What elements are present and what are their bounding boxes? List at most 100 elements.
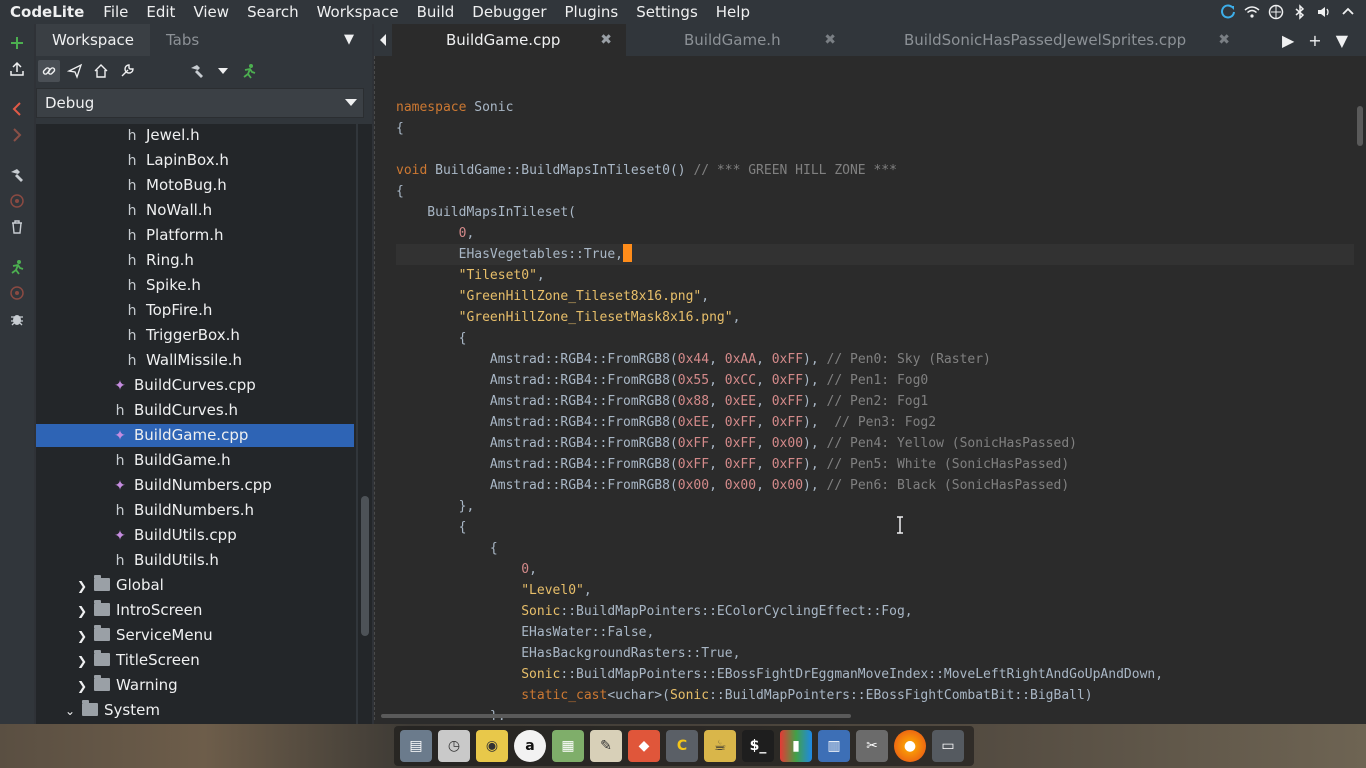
system-monitor-app-icon[interactable]: ▮ (780, 730, 812, 762)
tree-item[interactable]: h BuildUtils.h (112, 549, 219, 572)
tree-item[interactable]: h Ring.h (124, 249, 194, 272)
tree-item[interactable]: h NoWall.h (124, 199, 213, 222)
code-line[interactable]: "GreenHillZone_TilesetMask8x16.png", (396, 307, 1354, 328)
build-dropdown-icon[interactable] (212, 60, 234, 82)
chevron-right-icon[interactable]: ❯ (76, 625, 88, 648)
update-icon[interactable] (1220, 4, 1236, 20)
upload-icon[interactable] (6, 58, 28, 80)
teapot-app-icon[interactable]: ☕ (704, 730, 736, 762)
code-line[interactable]: Amstrad::RGB4::FromRGB8(0x44, 0xAA, 0xFF… (396, 349, 1354, 370)
code-line[interactable] (396, 76, 1354, 97)
terminal-app-icon[interactable]: $_ (742, 730, 774, 762)
codelite-app-icon[interactable]: C (666, 730, 698, 762)
code-line[interactable]: "Tileset0", (396, 265, 1354, 286)
run-project-icon[interactable] (238, 60, 260, 82)
text-editor-app-icon[interactable]: ✎ (590, 730, 622, 762)
tree-item[interactable]: h BuildCurves.h (112, 399, 238, 422)
tab-list-menu-icon[interactable]: ▼ (1336, 31, 1348, 50)
editor-horizontal-scrollbar-thumb[interactable] (381, 714, 851, 718)
code-line[interactable]: }, (396, 496, 1354, 517)
tiles-app-icon[interactable]: ▥ (818, 730, 850, 762)
tabs-scroll-right-icon[interactable]: ▶ (1282, 31, 1294, 50)
firefox-app-icon[interactable]: ● (894, 730, 926, 762)
code-line[interactable]: void BuildGame::BuildMapsInTileset0() //… (396, 160, 1354, 181)
app-name[interactable]: CodeLite (0, 3, 94, 21)
calendar-app-icon[interactable]: ▦ (552, 730, 584, 762)
back-icon[interactable] (6, 98, 28, 120)
forward-icon[interactable] (6, 124, 28, 146)
code-line[interactable]: "GreenHillZone_Tileset8x16.png", (396, 286, 1354, 307)
tabs-scroll-left-icon[interactable] (374, 24, 392, 56)
goto-active-file-icon[interactable] (64, 60, 86, 82)
tree-item[interactable]: h BuildGame.h (112, 449, 231, 472)
tree-item[interactable]: h MotoBug.h (124, 174, 227, 197)
home-icon[interactable] (90, 60, 112, 82)
chevron-right-icon[interactable]: ❯ (76, 600, 88, 623)
editor-vertical-scrollbar[interactable] (1354, 56, 1366, 720)
bluetooth-icon[interactable] (1292, 4, 1308, 20)
tree-item[interactable]: ✦ BuildNumbers.cpp (112, 474, 272, 497)
code-line[interactable]: 0, (396, 223, 1354, 244)
debug-bug-icon[interactable] (6, 308, 28, 330)
menu-file[interactable]: File (94, 3, 137, 21)
stop-build-icon[interactable] (6, 190, 28, 212)
chevron-right-icon[interactable]: ❯ (76, 650, 88, 673)
code-line[interactable]: 0, (396, 559, 1354, 580)
code-line[interactable]: namespace Sonic (396, 97, 1354, 118)
clean-icon[interactable] (6, 216, 28, 238)
panel-menu-icon[interactable]: ▼ (344, 32, 354, 47)
tree-item[interactable]: h LapinBox.h (124, 149, 229, 172)
code-line[interactable]: EHasBackgroundRasters::True, (396, 643, 1354, 664)
code-line[interactable]: BuildMapsInTileset( (396, 202, 1354, 223)
editor-vertical-scrollbar-thumb[interactable] (1357, 106, 1363, 146)
code-line[interactable]: Amstrad::RGB4::FromRGB8(0x88, 0xEE, 0xFF… (396, 391, 1354, 412)
menu-settings[interactable]: Settings (627, 3, 707, 21)
chevron-right-icon[interactable]: ❯ (76, 675, 88, 698)
close-icon[interactable]: ✖ (824, 32, 836, 48)
build-menu-hammer-icon[interactable] (186, 60, 208, 82)
image-editor-app-icon[interactable]: ✂ (856, 730, 888, 762)
menu-build[interactable]: Build (408, 3, 464, 21)
file-manager-icon[interactable]: ▤ (400, 730, 432, 762)
editor-tab[interactable]: BuildGame.cpp ✖ (392, 24, 626, 56)
code-line[interactable]: EHasVegetables::True, (396, 244, 1354, 265)
editor-horizontal-scrollbar[interactable] (375, 712, 1355, 720)
close-icon[interactable]: ✖ (1218, 32, 1230, 48)
new-file-icon[interactable] (6, 32, 28, 54)
code-content[interactable]: namespace Sonic{void BuildGame::BuildMap… (396, 76, 1354, 720)
expand-tray-icon[interactable] (1340, 4, 1356, 20)
window-app-icon[interactable]: ▭ (932, 730, 964, 762)
code-line[interactable]: { (396, 328, 1354, 349)
chevron-down-icon[interactable]: ⌄ (64, 700, 76, 723)
tab-workspace[interactable]: Workspace (36, 24, 150, 56)
tab-tabs[interactable]: Tabs (150, 24, 215, 56)
settings-wrench-icon[interactable] (116, 60, 138, 82)
tree-item[interactable]: ❯ ServiceMenu (76, 624, 213, 647)
run-icon[interactable] (6, 256, 28, 278)
tree-item[interactable]: h Jewel.h (124, 124, 200, 147)
tree-item[interactable]: ❯ Warning (76, 674, 178, 697)
code-line[interactable]: { (396, 538, 1354, 559)
tree-scrollbar-thumb[interactable] (361, 496, 369, 636)
code-line[interactable]: Amstrad::RGB4::FromRGB8(0x00, 0x00, 0x00… (396, 475, 1354, 496)
code-line[interactable]: { (396, 517, 1354, 538)
editor-tab[interactable]: BuildGame.h ✖ (626, 24, 850, 56)
tree-item[interactable]: ✦ BuildCurves.cpp (112, 374, 256, 397)
tree-item[interactable]: h TopFire.h (124, 299, 213, 322)
wifi-icon[interactable] (1244, 4, 1260, 20)
code-editor[interactable]: namespace Sonic{void BuildGame::BuildMap… (374, 56, 1366, 720)
menu-search[interactable]: Search (238, 3, 308, 21)
code-line[interactable]: Sonic::BuildMapPointers::EBossFightDrEgg… (396, 664, 1354, 685)
network-icon[interactable] (1268, 4, 1284, 20)
new-tab-icon[interactable]: + (1308, 31, 1321, 50)
code-line[interactable]: { (396, 181, 1354, 202)
code-line[interactable]: Sonic::BuildMapPointers::EColorCyclingEf… (396, 601, 1354, 622)
tree-item[interactable]: ✦ BuildGame.cpp (36, 424, 354, 447)
tree-item[interactable]: h Platform.h (124, 224, 224, 247)
code-line[interactable]: Amstrad::RGB4::FromRGB8(0x55, 0xCC, 0xFF… (396, 370, 1354, 391)
code-line[interactable]: { (396, 118, 1354, 139)
code-line[interactable]: static_cast<uchar>(Sonic::BuildMapPointe… (396, 685, 1354, 706)
build-hammer-icon[interactable] (6, 164, 28, 186)
disc-app-icon[interactable]: ◉ (476, 730, 508, 762)
code-line[interactable]: "Level0", (396, 580, 1354, 601)
